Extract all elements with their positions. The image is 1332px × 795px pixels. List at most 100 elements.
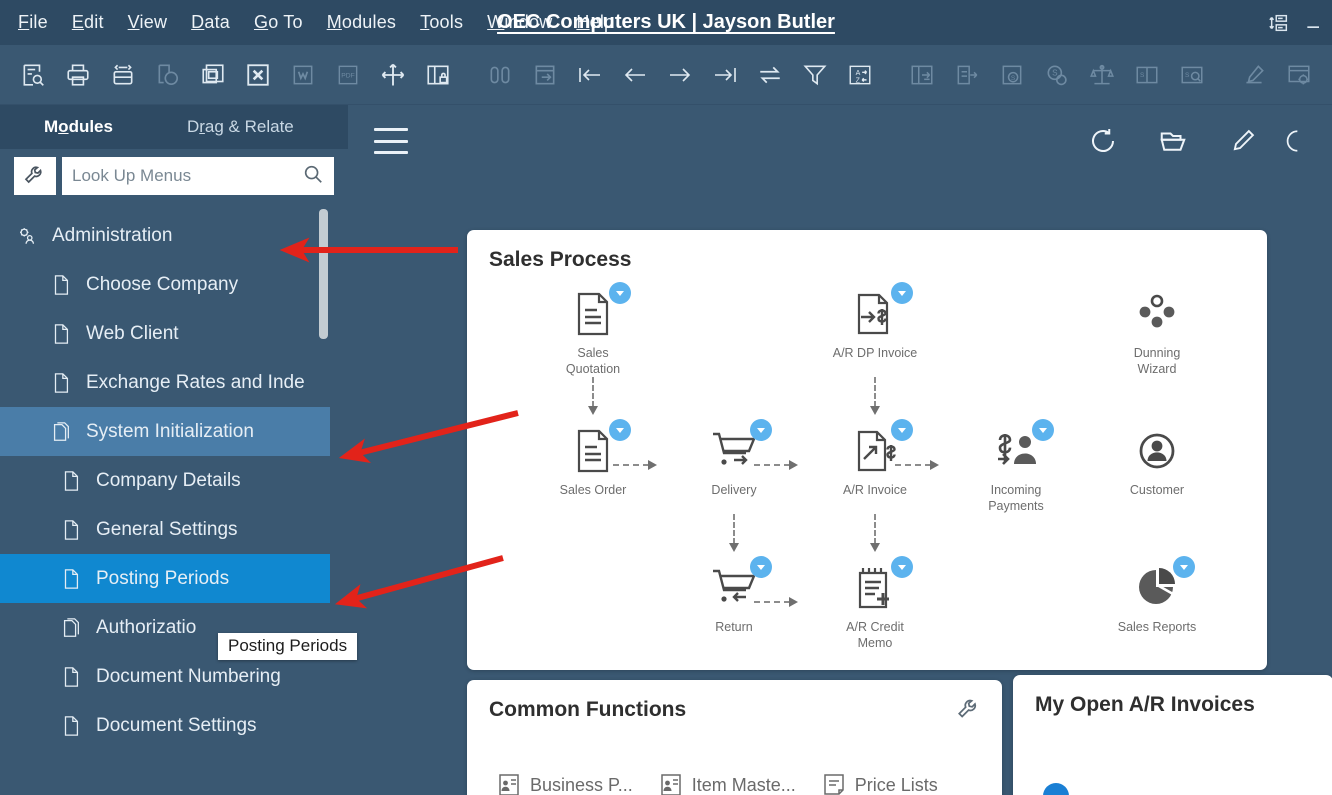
chevron-down-badge-icon[interactable] [750, 419, 772, 441]
sidebar-item-posting-periods[interactable]: Posting Periods [0, 554, 330, 603]
sidebar-item-choose-company[interactable]: Choose Company [0, 260, 330, 309]
sidebar-item-web-client[interactable]: Web Client [0, 309, 330, 358]
chevron-down-badge-icon[interactable] [891, 419, 913, 441]
svg-text:S: S [1140, 72, 1145, 79]
find-icon[interactable] [481, 56, 519, 94]
node-dunning-wizard[interactable]: Dunning Wizard [1097, 290, 1217, 377]
node-sales-reports[interactable]: Sales Reports [1097, 564, 1217, 636]
export-to-excel-icon[interactable] [239, 56, 277, 94]
sidebar-item-label: General Settings [96, 519, 238, 541]
sidebar-item-exchange-rates-and-indexes[interactable]: Exchange Rates and Inde [0, 358, 330, 407]
open-ar-invoices-card: My Open A/R Invoices [1013, 675, 1332, 795]
sidebar-scrollbar-track[interactable] [329, 209, 338, 449]
preview-search-icon[interactable] [14, 56, 52, 94]
export-to-pdf-icon[interactable]: PDF [329, 56, 367, 94]
print-icon[interactable] [59, 56, 97, 94]
user-defined-fields-icon[interactable] [1325, 56, 1332, 94]
filter-icon[interactable] [796, 56, 834, 94]
node-label: Delivery [711, 483, 756, 499]
minimize-icon[interactable] [1304, 13, 1324, 33]
common-function-price-lists[interactable]: Price Lists [822, 772, 938, 795]
hamburger-menu-icon[interactable] [374, 128, 408, 154]
edit-pencil-icon[interactable] [1235, 56, 1273, 94]
more-icon[interactable] [1278, 119, 1308, 163]
next-record-icon[interactable] [661, 56, 699, 94]
sidebar-item-label: Administration [52, 225, 172, 247]
edit-pencil-icon[interactable] [1208, 119, 1278, 163]
sort-order-icon[interactable] [1268, 12, 1290, 34]
chevron-down-badge-icon[interactable] [750, 556, 772, 578]
card-title: Sales Process [467, 230, 1267, 272]
sidebar-item-general-settings[interactable]: General Settings [0, 505, 330, 554]
refresh-icon[interactable] [1068, 119, 1138, 163]
node-label: Return [715, 620, 753, 636]
menu-item-data[interactable]: Data [191, 12, 230, 33]
node-incoming-payments[interactable]: Incoming Payments [956, 427, 1076, 514]
lock-screen-icon[interactable] [419, 56, 457, 94]
credit-memo-icon [847, 564, 903, 612]
open-form-settings-icon[interactable] [903, 56, 941, 94]
menu-item-edit[interactable]: Edit [72, 12, 104, 33]
drag-and-relate-icon[interactable] [374, 56, 412, 94]
payment-means-icon[interactable]: S [1038, 56, 1076, 94]
tab-modules[interactable]: Modules [24, 105, 133, 149]
first-record-icon[interactable] [571, 56, 609, 94]
sort-az-icon[interactable]: A Z [841, 56, 879, 94]
tab-drag-and-relate[interactable]: Drag & Relate [167, 105, 314, 149]
sidebar-item-document-settings[interactable]: Document Settings [0, 701, 330, 750]
chevron-down-badge-icon[interactable] [891, 556, 913, 578]
search-icon[interactable] [302, 163, 324, 190]
split-document-icon[interactable]: S [1128, 56, 1166, 94]
svg-text:S: S [1185, 72, 1190, 79]
layout-designer-icon[interactable] [194, 56, 232, 94]
cockpit-header [348, 105, 1332, 177]
previous-record-icon[interactable] [616, 56, 654, 94]
send-message-icon[interactable] [149, 56, 187, 94]
chevron-down-badge-icon[interactable] [1173, 556, 1195, 578]
sidebar-item-administration[interactable]: Administration [0, 211, 330, 260]
svg-text:A: A [856, 70, 861, 77]
page-title: OEC Computers UK | Jayson Butler [497, 11, 835, 34]
print-preview-icon[interactable] [104, 56, 142, 94]
wrench-icon[interactable] [14, 157, 56, 195]
menu-item-tools[interactable]: Tools [420, 12, 463, 33]
document-icon [58, 568, 84, 590]
common-function-business-partners[interactable]: Business P... [497, 772, 633, 795]
search-input[interactable] [72, 166, 302, 186]
close-form-icon[interactable] [948, 56, 986, 94]
scales-icon[interactable] [1083, 56, 1121, 94]
chevron-down-badge-icon[interactable] [609, 419, 631, 441]
sidebar-item-label: Exchange Rates and Inde [86, 372, 305, 394]
main-toolbar: PDF [0, 45, 1332, 105]
sidebar-scrollbar-thumb[interactable] [319, 209, 328, 339]
export-to-word-icon[interactable] [284, 56, 322, 94]
node-customer[interactable]: Customer [1097, 427, 1217, 499]
form-settings-icon[interactable] [1280, 56, 1318, 94]
document-search-icon[interactable]: S [1173, 56, 1211, 94]
sidebar-item-system-initialization[interactable]: System Initialization [0, 407, 330, 456]
menu-item-view[interactable]: View [128, 12, 168, 33]
menu-item-go-to[interactable]: Go To [254, 12, 303, 33]
menu-item-file[interactable]: File [18, 12, 48, 33]
folder-open-icon[interactable] [1138, 119, 1208, 163]
last-record-icon[interactable] [706, 56, 744, 94]
gross-profit-icon[interactable]: S [993, 56, 1031, 94]
item-master-icon [659, 772, 683, 795]
node-sales-quotation[interactable]: Sales Quotation [533, 290, 653, 377]
menu-bar: File Edit View Data Go To Modules Tools … [0, 0, 1332, 45]
node-ar-dp-invoice[interactable]: A/R DP Invoice [815, 290, 935, 362]
chevron-down-badge-icon[interactable] [891, 282, 913, 304]
sidebar-item-company-details[interactable]: Company Details [0, 456, 330, 505]
node-label: Sales Reports [1118, 620, 1197, 636]
common-function-item-master-data[interactable]: Item Maste... [659, 772, 796, 795]
exchange-icon[interactable] [751, 56, 789, 94]
menu-item-modules[interactable]: Modules [327, 12, 396, 33]
wrench-icon[interactable] [956, 680, 1002, 728]
document-icon [48, 323, 74, 345]
chevron-down-badge-icon[interactable] [1032, 419, 1054, 441]
titlebar-controls [1268, 0, 1324, 45]
add-icon[interactable] [526, 56, 564, 94]
search-input-wrapper[interactable] [62, 157, 334, 195]
node-ar-credit-memo[interactable]: A/R Credit Memo [815, 564, 935, 651]
chevron-down-badge-icon[interactable] [609, 282, 631, 304]
